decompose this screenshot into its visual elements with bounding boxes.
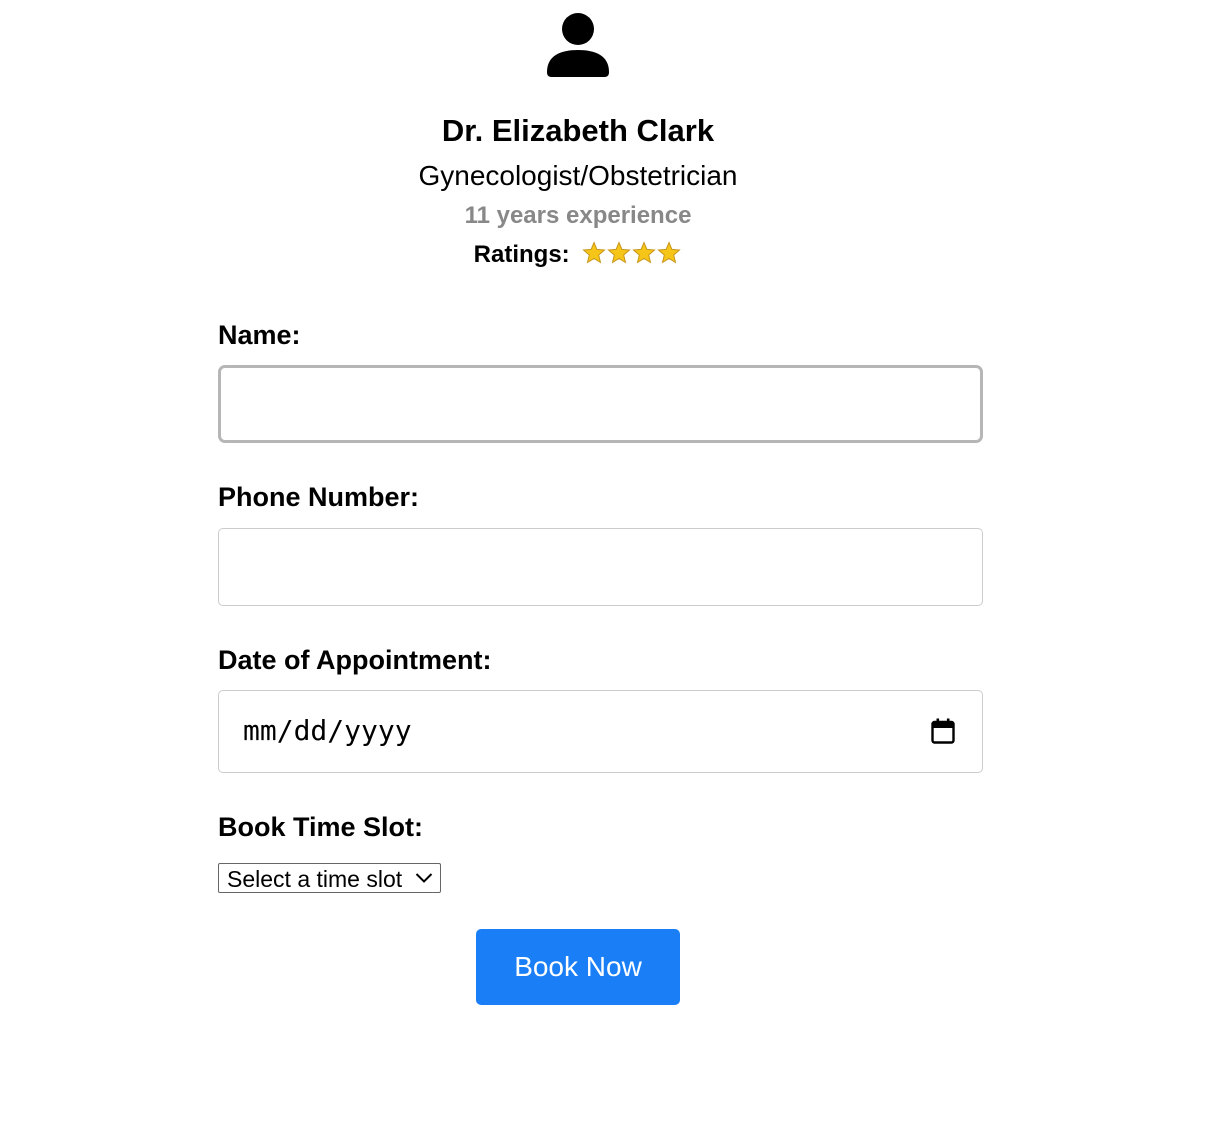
calendar-icon[interactable] <box>931 718 955 744</box>
ratings-label: Ratings: <box>473 241 570 268</box>
doctor-experience: 11 years experience <box>464 202 692 229</box>
star-icon <box>632 241 657 264</box>
ratings-row: Ratings: <box>0 239 1156 274</box>
star-icon <box>657 241 682 264</box>
date-input[interactable]: mm/dd/yyyy <box>218 690 983 773</box>
book-now-button[interactable]: Book Now <box>476 929 680 1005</box>
phone-input[interactable] <box>218 528 983 606</box>
star-icon <box>582 241 607 264</box>
star-icon <box>607 241 632 264</box>
date-placeholder: mm/dd/yyyy <box>243 714 412 747</box>
time-slot-selected: Select a time slot <box>227 866 403 892</box>
rating-stars <box>582 241 682 274</box>
time-slot-label: Book Time Slot: <box>218 812 424 842</box>
name-label: Name: <box>218 320 301 350</box>
time-slot-select[interactable]: Select a time slot <box>218 863 441 893</box>
doctor-specialty: Gynecologist/Obstetrician <box>418 160 738 191</box>
doctor-name: Dr. Elizabeth Clark <box>441 113 715 148</box>
chevron-down-icon <box>415 873 433 883</box>
phone-label: Phone Number: <box>218 482 420 512</box>
person-icon <box>547 13 609 77</box>
name-input[interactable] <box>218 365 983 443</box>
date-label: Date of Appointment: <box>218 645 492 675</box>
